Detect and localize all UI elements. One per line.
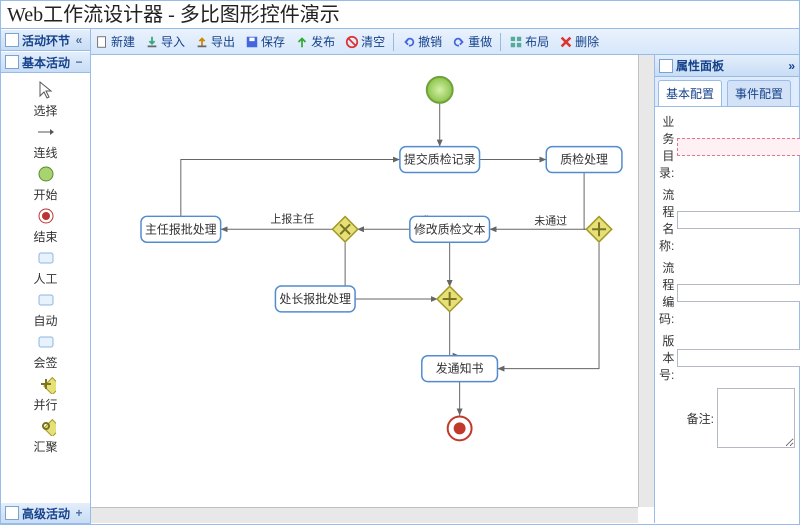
section-label: 活动环节 <box>22 32 70 49</box>
toolbar: 新建 导入 导出 保存 发布 清空 撤销 重做 布局 删除 <box>1 29 799 55</box>
app-title: Web工作流设计器 - 多比图形控件演示 <box>1 1 799 29</box>
input-remark[interactable] <box>717 388 795 448</box>
undo-button[interactable]: 撤销 <box>398 31 446 52</box>
node-start[interactable] <box>427 77 453 103</box>
palette-converge[interactable]: 汇聚 <box>1 416 90 455</box>
properties-form: 业务目录:⋯ 流程名称: 流程编码: 版本号:▾ 备注: <box>655 107 799 523</box>
minus-icon[interactable]: − <box>72 55 86 69</box>
node-task-qc[interactable]: 质检处理 <box>546 147 622 173</box>
scrollbar-horizontal[interactable] <box>91 507 638 523</box>
palette-auto[interactable]: 自动 <box>1 290 90 329</box>
palette-parallel[interactable]: 并行 <box>1 374 90 413</box>
label-procname: 流程名称: <box>659 186 674 254</box>
input-proccode[interactable] <box>677 284 800 302</box>
plus-icon[interactable]: + <box>72 506 86 520</box>
edge[interactable] <box>497 241 599 368</box>
edge-label: 未通过 <box>534 214 567 227</box>
properties-header-label: 属性面板 <box>676 57 724 74</box>
svg-text:主任报批处理: 主任报批处理 <box>145 221 217 236</box>
edge[interactable] <box>450 311 460 356</box>
node-end[interactable] <box>448 416 472 440</box>
scrollbar-vertical[interactable] <box>638 55 654 507</box>
sidebar: 活动环节 « 基本活动 − 选择 连线 开始 结束 人工 自动 会签 并行 汇聚… <box>1 29 91 524</box>
export-button[interactable]: 导出 <box>191 31 239 52</box>
label-version: 版本号: <box>659 332 674 383</box>
svg-text:发通知书: 发通知书 <box>436 361 484 376</box>
clear-button[interactable]: 清空 <box>341 31 389 52</box>
input-procname[interactable] <box>677 211 800 229</box>
save-button[interactable]: 保存 <box>241 31 289 52</box>
panel-icon <box>659 59 673 73</box>
label-proccode: 流程编码: <box>659 259 674 327</box>
tab-events[interactable]: 事件配置 <box>727 80 791 106</box>
canvas[interactable]: 未通过 求 上报主任 提交质检记录 质检处理 主任报批处理 修改质检文本 处长报… <box>91 55 654 523</box>
section-label: 高级活动 <box>22 505 70 522</box>
delete-button[interactable]: 删除 <box>555 31 603 52</box>
svg-text:处长报批处理: 处长报批处理 <box>279 291 351 306</box>
palette-countersign[interactable]: 会签 <box>1 332 90 371</box>
sidebar-section-advanced[interactable]: 高级活动 + <box>1 502 90 524</box>
label-bizdir: 业务目录: <box>659 113 674 181</box>
properties-tabs: 基本配置 事件配置 <box>655 77 799 107</box>
label-remark: 备注: <box>659 410 714 427</box>
section-icon <box>5 33 19 47</box>
section-label: 基本活动 <box>22 54 70 71</box>
palette: 选择 连线 开始 结束 人工 自动 会签 并行 汇聚 <box>1 73 90 502</box>
svg-text:质检处理: 质检处理 <box>560 152 608 167</box>
svg-text:提交质检记录: 提交质检记录 <box>404 152 476 167</box>
sidebar-section-activity[interactable]: 活动环节 « <box>1 29 90 51</box>
palette-manual[interactable]: 人工 <box>1 248 90 287</box>
tab-basic[interactable]: 基本配置 <box>658 80 722 106</box>
palette-end[interactable]: 结束 <box>1 206 90 245</box>
node-task-director[interactable]: 主任报批处理 <box>141 216 221 242</box>
node-gateway-parallel-1[interactable] <box>586 217 611 242</box>
layout-button[interactable]: 布局 <box>505 31 553 52</box>
import-button[interactable]: 导入 <box>141 31 189 52</box>
collapse-icon[interactable]: » <box>788 59 795 73</box>
node-gateway-exclusive[interactable] <box>332 217 357 242</box>
node-task-chief[interactable]: 处长报批处理 <box>275 286 355 312</box>
section-icon <box>5 506 19 520</box>
properties-header: 属性面板 » <box>655 55 799 77</box>
publish-button[interactable]: 发布 <box>291 31 339 52</box>
edge-label: 上报主任 <box>270 211 314 225</box>
properties-panel: 属性面板 » 基本配置 事件配置 业务目录:⋯ 流程名称: 流程编码: 版本号:… <box>654 55 799 523</box>
svg-text:修改质检文本: 修改质检文本 <box>414 221 486 236</box>
palette-line[interactable]: 连线 <box>1 122 90 161</box>
node-gateway-parallel-2[interactable] <box>437 286 462 311</box>
new-button[interactable]: 新建 <box>91 31 139 52</box>
node-task-submit[interactable]: 提交质检记录 <box>400 147 480 173</box>
node-task-notice[interactable]: 发通知书 <box>422 356 498 382</box>
sidebar-section-basic[interactable]: 基本活动 − <box>1 51 90 73</box>
edge[interactable] <box>181 160 400 217</box>
redo-button[interactable]: 重做 <box>448 31 496 52</box>
collapse-icon[interactable]: « <box>72 33 86 47</box>
input-version[interactable] <box>677 349 800 367</box>
node-task-modify[interactable]: 修改质检文本 <box>410 216 490 242</box>
input-bizdir[interactable] <box>677 138 800 156</box>
palette-start[interactable]: 开始 <box>1 164 90 203</box>
section-icon <box>5 55 19 69</box>
main: 未通过 求 上报主任 提交质检记录 质检处理 主任报批处理 修改质检文本 处长报… <box>1 55 799 523</box>
palette-select[interactable]: 选择 <box>1 80 90 119</box>
